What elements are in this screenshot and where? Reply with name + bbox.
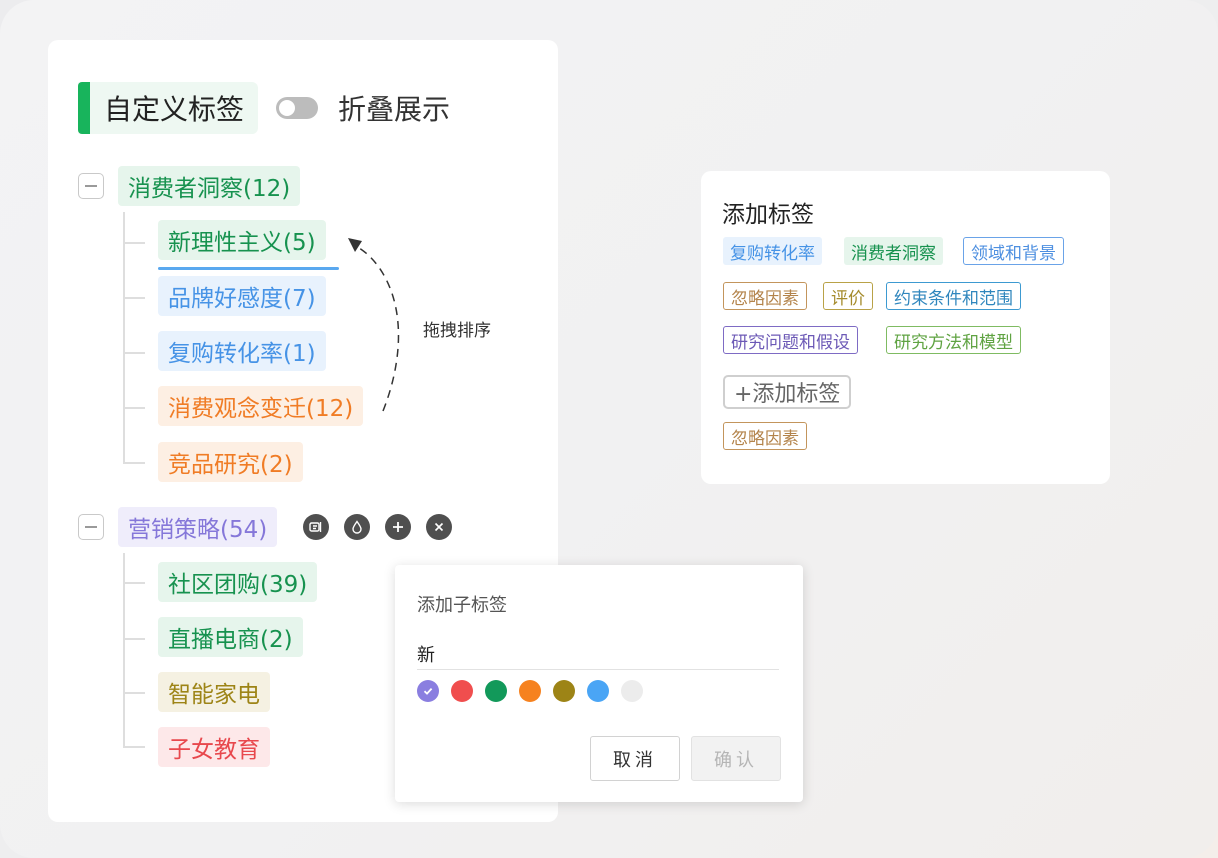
cancel-button[interactable]: 取消 [590,736,680,781]
drag-hint-text: 拖拽排序 [423,321,491,341]
child-tag[interactable]: 竞品研究(2) [158,442,303,482]
tag-chip[interactable]: 消费者洞察 [844,237,943,265]
card-title: 添加标签 [722,202,814,228]
edit-icon[interactable] [303,514,330,540]
panel-title-text: 自定义标签 [104,93,245,126]
child-tag[interactable]: 智能家电 [158,672,270,712]
child-tag-row: 子女教育 [158,727,270,767]
drag-arrow-icon [348,238,400,412]
color-swatch[interactable] [621,680,643,702]
color-swatch[interactable] [553,680,575,702]
toggle-label: 折叠展示 [338,93,451,126]
tag-chip[interactable]: 复购转化率 [723,237,822,265]
color-drop-icon[interactable] [344,514,371,540]
collapse-minus-icon[interactable] [78,173,104,199]
color-swatches [417,680,655,702]
color-swatch[interactable] [587,680,609,702]
panel-title: 自定义标签 [78,82,259,134]
tag-chip[interactable]: 领域和背景 [963,237,1064,265]
child-tag[interactable]: 新理性主义(5) [158,220,326,260]
drag-drop-indicator [158,267,339,270]
color-swatch[interactable] [485,680,507,702]
child-tag-row: 复购转化率(1) [158,331,326,371]
add-tag-card: 添加标签 复购转化率 消费者洞察 领域和背景 忽略因素 评价 约束条件和范围 研… [701,171,1110,484]
toggle-knob [279,100,296,116]
child-tag-row: 新理性主义(5) [158,220,326,260]
tag-group-marketing: 营销策略(54) [78,506,467,548]
popup-title: 添加子标签 [417,595,507,616]
child-tag-row: 智能家电 [158,672,270,712]
add-tag-button[interactable]: +添加标签 [723,375,852,409]
child-tag-row: 直播电商(2) [158,617,303,657]
color-swatch[interactable] [451,680,473,702]
child-tag[interactable]: 子女教育 [158,727,270,767]
child-tag[interactable]: 消费观念变迁(12) [158,386,364,426]
child-tag[interactable]: 社区团购(39) [158,562,318,602]
color-swatch[interactable] [417,680,439,702]
child-tag-row: 消费观念变迁(12) [158,386,364,426]
tag-chip[interactable]: 忽略因素 [723,422,807,450]
tag-chip[interactable]: 研究方法和模型 [886,326,1021,354]
child-tag[interactable]: 品牌好感度(7) [158,276,326,316]
tag-group-consumer-insight: 消费者洞察(12) [78,165,301,207]
tag-chip[interactable]: 忽略因素 [723,282,807,310]
collapse-toggle[interactable] [276,97,319,119]
plus-icon[interactable] [385,514,412,540]
group-tag[interactable]: 营销策略(54) [118,507,278,547]
child-tag-row: 品牌好感度(7) [158,276,326,316]
child-tag[interactable]: 复购转化率(1) [158,331,326,371]
group-tag[interactable]: 消费者洞察(12) [118,166,301,206]
child-tag-row: 社区团购(39) [158,562,318,602]
color-swatch[interactable] [519,680,541,702]
tag-chip[interactable]: 约束条件和范围 [886,282,1021,310]
add-subtag-popup: 添加子标签 取消 确认 [395,565,803,802]
subtag-name-input[interactable] [417,639,779,670]
collapse-minus-icon[interactable] [78,514,104,540]
group-actions [303,514,467,540]
child-tag[interactable]: 直播电商(2) [158,617,303,657]
check-icon [423,687,433,695]
close-icon[interactable] [426,514,453,540]
panel-header: 自定义标签 折叠展示 [78,82,450,134]
child-tag-row: 竞品研究(2) [158,442,303,482]
tag-chip[interactable]: 研究问题和假设 [723,326,858,354]
tag-chip[interactable]: 评价 [823,282,873,310]
confirm-button[interactable]: 确认 [691,736,781,781]
